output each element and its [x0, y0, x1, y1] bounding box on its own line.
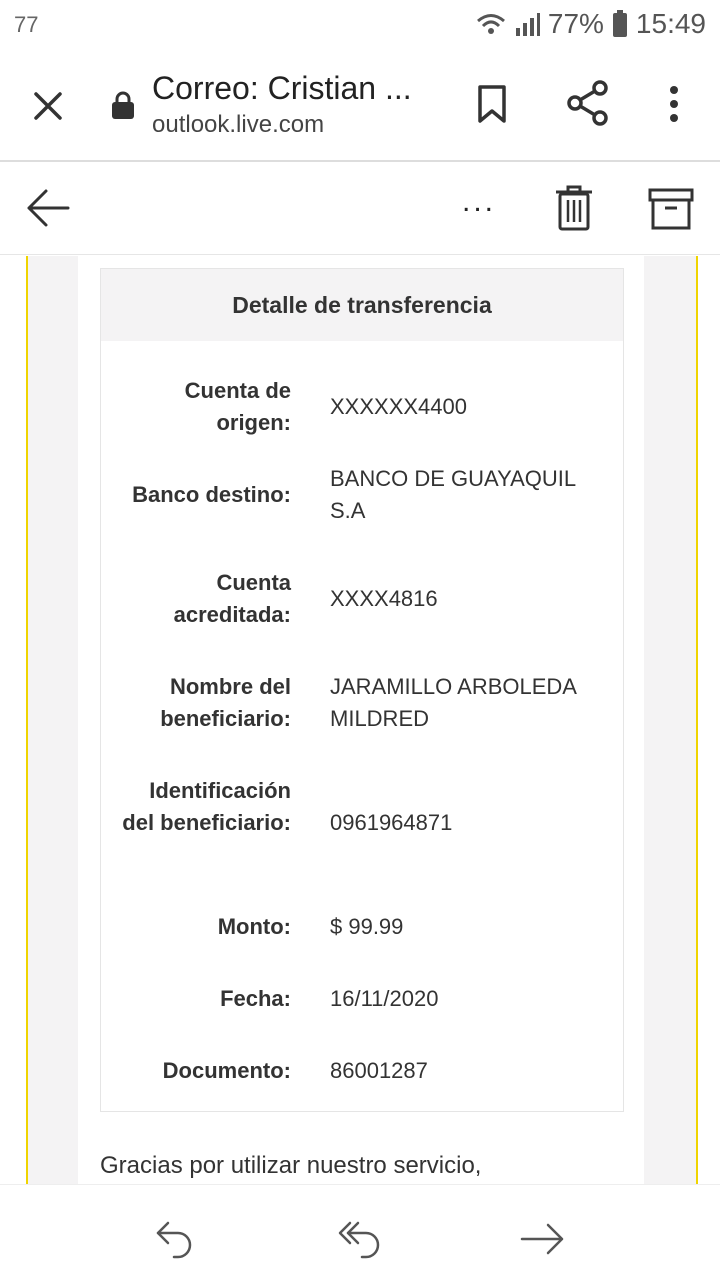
transfer-detail-card: Detalle de transferencia Cuenta de orige…	[100, 268, 624, 1112]
email-content: Detalle de transferencia Cuenta de orige…	[78, 256, 644, 1184]
detail-value: 16/11/2020	[330, 986, 439, 1011]
back-arrow-icon[interactable]	[24, 184, 72, 232]
share-icon[interactable]	[566, 80, 610, 126]
url-text: outlook.live.com	[152, 111, 325, 138]
archive-icon[interactable]	[648, 186, 694, 232]
lock-icon	[110, 90, 136, 120]
detail-value: XXXXXX4400	[330, 394, 467, 419]
reply-all-icon[interactable]	[338, 1219, 384, 1259]
detail-header: Detalle de transferencia	[101, 269, 623, 341]
clock: 15:49	[635, 8, 706, 39]
bookmark-icon[interactable]	[474, 84, 510, 124]
browser-toolbar: Correo: Cristian ... outlook.live.com	[0, 50, 720, 162]
detail-value: $ 99.99	[330, 914, 404, 939]
close-icon[interactable]	[28, 86, 68, 126]
detail-value: 86001287	[330, 1058, 428, 1083]
signal-icon	[514, 12, 540, 36]
status-bar: 77 77% 15:49	[0, 0, 720, 50]
more-horizontal-icon[interactable]: ...	[454, 187, 504, 222]
status-right: 77% 15:49	[476, 8, 706, 40]
detail-value: JARAMILLO ARBOLEDA MILDRED	[330, 674, 576, 731]
detail-label: Cuenta de origen:	[184, 378, 291, 435]
reply-icon[interactable]	[154, 1219, 196, 1259]
mail-toolbar: ...	[0, 162, 720, 255]
page-title: Correo: Cristian ...	[152, 70, 412, 106]
detail-label: Nombre del beneficiario:	[160, 674, 291, 731]
thanks-text: Gracias por utilizar nuestro servicio,	[100, 1152, 482, 1179]
detail-value: BANCO DE GUAYAQUIL S.A	[330, 466, 576, 523]
detail-label: Identificación del beneficiario:	[122, 778, 291, 835]
email-frame: Detalle de transferencia Cuenta de orige…	[26, 256, 698, 1184]
detail-label: Monto:	[217, 914, 291, 939]
more-vertical-icon[interactable]	[660, 84, 688, 124]
detail-value: XXXX4816	[330, 586, 438, 611]
status-notification-count: 77	[14, 12, 39, 37]
wifi-icon	[476, 12, 506, 36]
detail-value: 0961964871	[330, 810, 453, 835]
address-bar[interactable]: Correo: Cristian ... outlook.live.com	[152, 70, 452, 139]
battery-percent: 77%	[547, 8, 604, 39]
detail-label: Documento:	[162, 1058, 291, 1083]
detail-label: Fecha:	[220, 986, 291, 1011]
email-body[interactable]: Detalle de transferencia Cuenta de orige…	[0, 256, 720, 1184]
trash-icon[interactable]	[554, 184, 594, 232]
bottom-action-bar	[0, 1184, 720, 1281]
detail-label: Cuenta acreditada:	[173, 570, 291, 627]
detail-label: Banco destino:	[132, 482, 291, 507]
forward-icon[interactable]	[520, 1219, 566, 1259]
battery-icon	[612, 10, 628, 38]
